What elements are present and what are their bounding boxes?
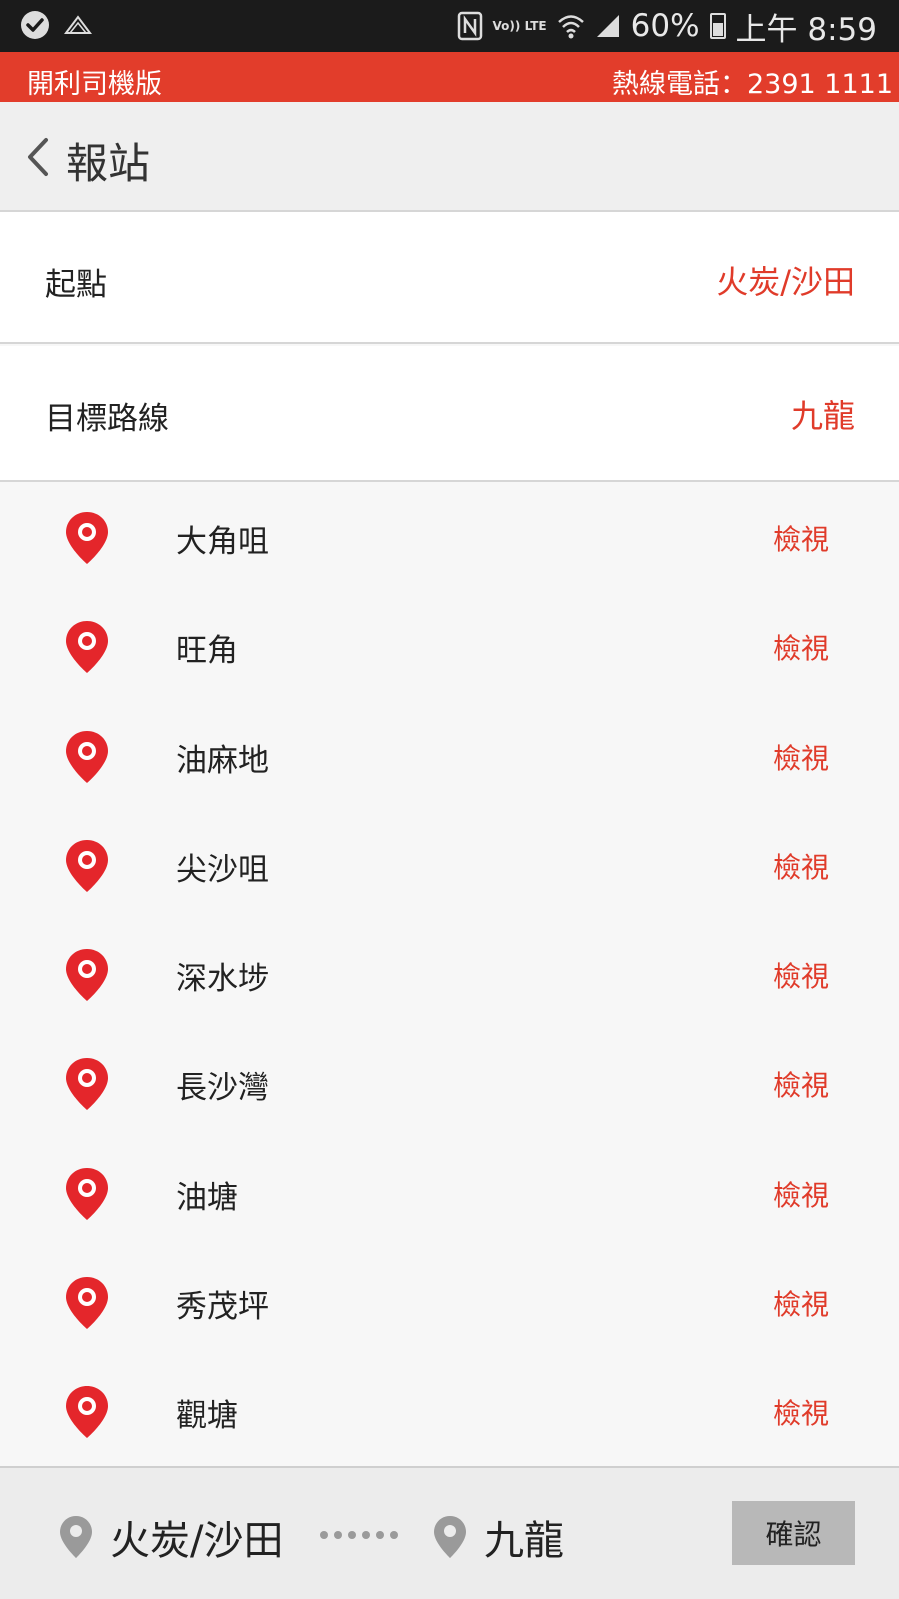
view-button[interactable]: 檢視 (773, 1064, 829, 1104)
destination-pin-icon (434, 1516, 466, 1558)
location-pin-icon (66, 1167, 108, 1220)
app-name: 開利司機版 (27, 69, 162, 100)
location-pin-icon (66, 1058, 108, 1111)
location-pin-icon (66, 512, 108, 564)
view-button[interactable]: 檢視 (773, 1392, 829, 1432)
route-from: 火炭/沙田 (110, 1518, 284, 1564)
view-button[interactable]: 檢視 (773, 627, 829, 667)
location-pin-icon (66, 730, 108, 783)
station-item: 深水埗 檢視 (0, 919, 899, 1028)
clock: 上午 8:59 (735, 11, 877, 48)
view-button[interactable]: 檢視 (773, 1174, 829, 1214)
hotline-link[interactable]: 熱線電話：2391 1111 (612, 62, 893, 101)
check-circle-icon (21, 11, 49, 39)
page-header: 報站 (0, 102, 899, 212)
origin-label: 起點 (45, 267, 107, 303)
wifi-icon (557, 15, 584, 39)
station-name: 旺角 (176, 633, 238, 670)
station-item: 油塘 檢視 (0, 1138, 899, 1247)
view-button[interactable]: 檢視 (773, 1283, 829, 1323)
battery-icon (709, 13, 726, 39)
station-list[interactable]: 大角咀 檢視 旺角 檢視 油麻地 檢視 尖沙咀 檢視 深水埗 檢視 長沙灣 檢視… (0, 482, 899, 1467)
location-pin-icon (66, 1277, 108, 1330)
station-name: 油塘 (176, 1179, 238, 1216)
status-bar: Vo)) LTE 60% 上午 8:59 (0, 0, 899, 52)
battery-percent: 60% (630, 8, 700, 44)
route-value: 九龍 (790, 397, 855, 435)
bottom-route-bar: 火炭/沙田 九龍 確認 (0, 1466, 899, 1599)
route-row[interactable]: 目標路線 九龍 (0, 346, 899, 482)
station-item: 旺角 檢視 (0, 591, 899, 700)
location-pin-icon (66, 839, 108, 892)
cell-signal-icon (596, 15, 619, 37)
station-name: 秀茂坪 (176, 1289, 269, 1326)
route-label: 目標路線 (45, 401, 169, 437)
view-button[interactable]: 檢視 (773, 518, 829, 558)
view-button[interactable]: 檢視 (773, 737, 829, 777)
station-name: 尖沙咀 (176, 851, 269, 888)
signal-warning-icon (64, 15, 92, 34)
route-dots (320, 1531, 398, 1539)
page-title: 報站 (66, 139, 151, 188)
station-name: 長沙灣 (176, 1070, 269, 1107)
station-item: 觀塘 檢視 (0, 1356, 899, 1465)
origin-pin-icon (60, 1516, 92, 1558)
station-item: 秀茂坪 檢視 (0, 1247, 899, 1356)
view-button[interactable]: 檢視 (773, 955, 829, 995)
back-chevron-icon[interactable] (18, 132, 58, 182)
volte-indicator: Vo)) LTE (492, 19, 547, 33)
status-left (20, 10, 94, 40)
station-name: 觀塘 (176, 1398, 238, 1435)
station-item: 大角咀 檢視 (0, 482, 899, 591)
station-item: 油麻地 檢視 (0, 701, 899, 810)
nfc-icon (457, 11, 482, 41)
station-item: 長沙灣 檢視 (0, 1028, 899, 1137)
location-pin-icon (66, 949, 108, 1002)
route-to: 九龍 (484, 1518, 564, 1564)
app-banner: 開利司機版 熱線電話：2391 1111 (0, 52, 899, 102)
location-pin-icon (66, 621, 108, 674)
station-name: 深水埗 (176, 961, 269, 998)
confirm-button[interactable]: 確認 (732, 1501, 855, 1565)
status-right: Vo)) LTE 60% 上午 8:59 (457, 6, 877, 48)
station-name: 油麻地 (176, 742, 269, 779)
view-button[interactable]: 檢視 (773, 846, 829, 886)
origin-row[interactable]: 起點 火炭/沙田 (0, 212, 899, 344)
location-pin-icon (66, 1386, 108, 1439)
origin-value: 火炭/沙田 (716, 263, 855, 301)
station-name: 大角咀 (176, 524, 269, 560)
station-item: 尖沙咀 檢視 (0, 810, 899, 919)
